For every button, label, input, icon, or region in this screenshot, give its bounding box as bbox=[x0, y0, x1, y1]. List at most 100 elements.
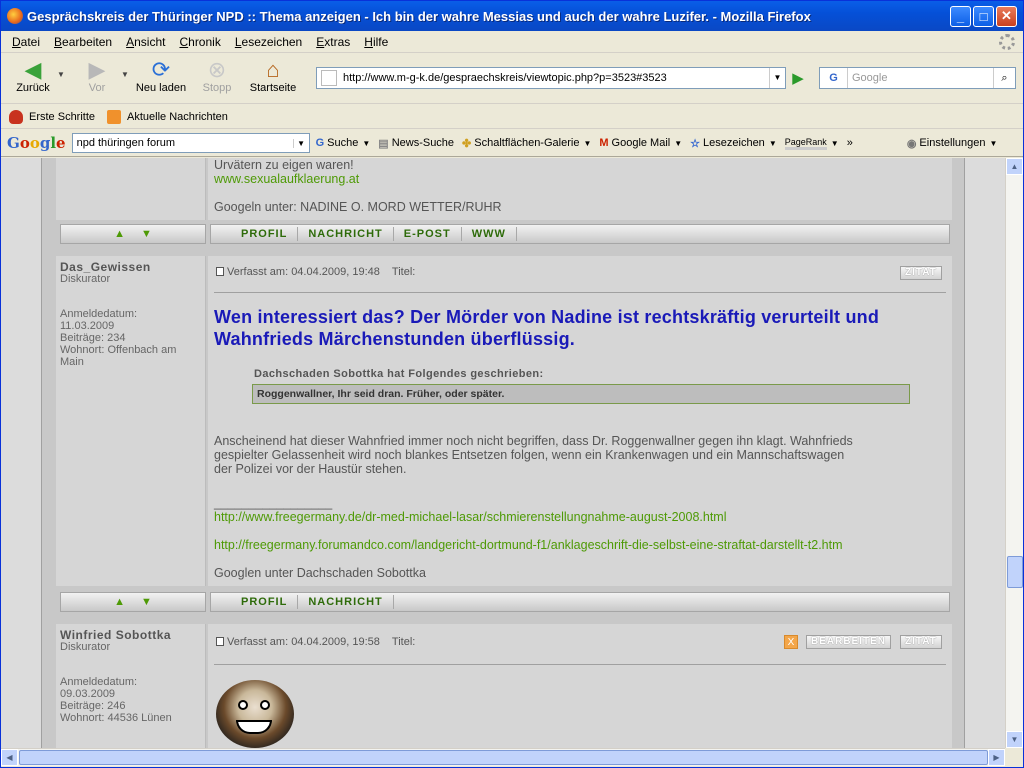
e-post-button[interactable]: E-POST bbox=[394, 227, 462, 241]
post-icon bbox=[216, 267, 224, 276]
throbber-icon bbox=[999, 34, 1015, 50]
post1-quote-author: Dachschaden Sobottka hat Folgendes gesch… bbox=[254, 368, 544, 380]
nachricht-button[interactable]: NACHRICHT bbox=[298, 595, 394, 609]
search-icon[interactable]: ⌕ bbox=[993, 68, 1015, 88]
scroll-up-arrow-icon[interactable]: ▲ bbox=[114, 596, 125, 608]
post1-author-info-5: Main bbox=[60, 356, 84, 368]
google-news-label: News-Suche bbox=[391, 137, 455, 149]
google-pagerank[interactable]: PageRank ▼ bbox=[784, 137, 839, 150]
browser-window: Gesprächskreis der Thüringer NPD :: Them… bbox=[0, 0, 1024, 768]
avatar-mouth bbox=[236, 720, 272, 734]
post1-body-line-1: Anscheinend hat dieser Wahnfried immer n… bbox=[214, 434, 853, 448]
menu-ansicht[interactable]: Ansicht bbox=[119, 35, 172, 49]
stop-button[interactable]: ⊗ Stopp bbox=[191, 54, 243, 94]
back-arrow-icon: ◀ bbox=[24, 57, 42, 82]
post1-meta-text: Verfasst am: 04.04.2009, 19:48 Titel: bbox=[227, 266, 416, 278]
toolbar-overflow-button[interactable]: » bbox=[847, 137, 853, 149]
search-engine-selector[interactable]: G bbox=[820, 68, 848, 88]
bookmarks-toolbar: Erste Schritte Aktuelle Nachrichten bbox=[1, 105, 1023, 129]
post2-author-info-4: Wohnort: 44536 Lünen bbox=[60, 712, 172, 724]
search-box[interactable]: G Google ⌕ bbox=[819, 67, 1016, 89]
avatar-eye bbox=[238, 700, 248, 710]
post1-quote-button[interactable]: ZITAT bbox=[900, 266, 942, 280]
maximize-button[interactable]: □ bbox=[973, 5, 994, 27]
profil-button[interactable]: PROFIL bbox=[231, 595, 299, 609]
post2-edit-button[interactable]: BEARBEITEN bbox=[806, 635, 892, 649]
scroll-down-arrow-icon[interactable]: ▼ bbox=[141, 228, 152, 240]
bookmark-aktuelle-nachrichten[interactable]: Aktuelle Nachrichten bbox=[107, 109, 228, 124]
bookmark-erste-schritte[interactable]: Erste Schritte bbox=[9, 109, 95, 124]
minimize-button[interactable]: _ bbox=[950, 5, 971, 27]
stop-label: Stopp bbox=[202, 82, 232, 94]
horizontal-scroll-thumb[interactable] bbox=[19, 750, 988, 765]
bookmark-label: Aktuelle Nachrichten bbox=[127, 110, 228, 123]
pagerank-label: PageRank bbox=[784, 137, 827, 150]
scroll-down-arrow-icon[interactable]: ▼ bbox=[141, 596, 152, 608]
reload-button[interactable]: ⟳ Neu laden bbox=[135, 54, 187, 94]
nachricht-button[interactable]: NACHRICHT bbox=[298, 227, 394, 241]
post2-quote-button[interactable]: ZITAT bbox=[900, 635, 942, 649]
menu-bearbeiten[interactable]: Bearbeiten bbox=[47, 35, 119, 49]
forward-button[interactable]: ▶ Vor bbox=[71, 54, 123, 94]
home-icon: ⌂ bbox=[266, 57, 280, 82]
menu-datei[interactable]: Datei bbox=[5, 35, 47, 49]
google-query-dropdown[interactable]: ▼ bbox=[292, 138, 309, 148]
google-gallery-button[interactable]: ✤ Schaltflächen-Galerie ▼ bbox=[462, 137, 591, 150]
google-logo[interactable]: Google bbox=[7, 134, 66, 152]
home-button[interactable]: ⌂ Startseite bbox=[247, 54, 299, 94]
post2-delete-icon[interactable]: X bbox=[784, 635, 798, 649]
settings-icon: ◉ bbox=[906, 137, 917, 150]
post1-nav-arrows: ▲ ▼ bbox=[60, 592, 206, 612]
url-bar[interactable]: http://www.m-g-k.de/gespraechskreis/view… bbox=[316, 67, 786, 89]
google-bookmarks-button[interactable]: ☆ Lesezeichen ▼ bbox=[690, 137, 777, 150]
google-suche-button[interactable]: G Suche ▼ bbox=[316, 137, 371, 149]
post2-author-info-3: Beiträge: 246 bbox=[60, 700, 126, 712]
menu-extras[interactable]: Extras bbox=[309, 35, 357, 49]
prev-post-link[interactable]: www.sexualaufklaerung.at bbox=[214, 172, 359, 186]
post1-author-info-2: 11.03.2009 bbox=[60, 320, 115, 332]
avatar-image bbox=[216, 680, 294, 748]
google-news-button[interactable]: ▤ News-Suche bbox=[378, 137, 454, 150]
url-text[interactable]: http://www.m-g-k.de/gespraechskreis/view… bbox=[343, 72, 769, 84]
www-button[interactable]: WWW bbox=[462, 227, 517, 241]
scroll-up-button[interactable]: ▲ bbox=[1006, 158, 1023, 175]
vertical-scroll-thumb[interactable] bbox=[1007, 556, 1023, 588]
forward-history-dropdown[interactable]: ▼ bbox=[121, 70, 131, 79]
scroll-right-button[interactable]: ▶ bbox=[988, 749, 1005, 766]
google-gallery-label: Schaltflächen-Galerie bbox=[474, 137, 580, 149]
url-history-dropdown[interactable]: ▼ bbox=[769, 68, 785, 88]
post1-headline: Wen interessiert das? Der Mörder von Nad… bbox=[214, 307, 880, 349]
scroll-up-arrow-icon[interactable]: ▲ bbox=[114, 228, 125, 240]
google-mail-button[interactable]: M Google Mail ▼ bbox=[599, 137, 682, 149]
post1-signature: Googlen unter Dachschaden Sobottka bbox=[214, 566, 426, 580]
vertical-scrollbar[interactable]: ▲ ▼ bbox=[1005, 158, 1023, 748]
close-button[interactable]: ✕ bbox=[996, 5, 1017, 27]
post2-body: Verfasst am: 04.04.2009, 19:58 Titel: X … bbox=[208, 624, 952, 748]
menu-chronik[interactable]: Chronik bbox=[172, 35, 227, 49]
google-settings-button[interactable]: ◉ Einstellungen ▼ bbox=[907, 137, 998, 150]
go-arrow-icon[interactable]: ▶ bbox=[788, 69, 808, 89]
post2-author-name[interactable]: Winfried Sobottka bbox=[60, 628, 171, 642]
menu-lesezeichen[interactable]: Lesezeichen bbox=[228, 35, 309, 49]
post1-body: Verfasst am: 04.04.2009, 19:48 Titel: ZI… bbox=[208, 256, 952, 586]
search-input[interactable]: Google bbox=[848, 72, 993, 84]
profil-button[interactable]: PROFIL bbox=[231, 227, 299, 241]
horizontal-scrollbar[interactable]: ◀ ▶ bbox=[1, 748, 1005, 766]
back-button[interactable]: ◀ Zurück bbox=[7, 54, 59, 94]
page-favicon bbox=[321, 70, 337, 86]
prev-post-nav-arrows: ▲ ▼ bbox=[60, 224, 206, 244]
google-query[interactable]: npd thüringen forum bbox=[77, 137, 293, 149]
post1-author-cell: Das_Gewissen Diskurator Anmeldedatum: 11… bbox=[56, 256, 206, 586]
menu-hilfe[interactable]: Hilfe bbox=[357, 35, 395, 49]
post1-link-1[interactable]: http://www.freegermany.de/dr-med-michael… bbox=[214, 510, 727, 524]
google-search-input[interactable]: npd thüringen forum ▼ bbox=[71, 133, 310, 153]
post1-link-2[interactable]: http://freegermany.forumandco.com/landge… bbox=[214, 538, 843, 552]
scroll-down-button[interactable]: ▼ bbox=[1006, 731, 1023, 748]
news-icon: ▤ bbox=[378, 137, 389, 150]
post1-author-name[interactable]: Das_Gewissen bbox=[60, 260, 151, 274]
post2-author-info-1: Anmeldedatum: bbox=[60, 676, 138, 688]
firefox-icon bbox=[7, 8, 23, 24]
google-mail-label: Google Mail bbox=[611, 137, 671, 149]
back-history-dropdown[interactable]: ▼ bbox=[57, 70, 67, 79]
scroll-left-button[interactable]: ◀ bbox=[1, 749, 18, 766]
